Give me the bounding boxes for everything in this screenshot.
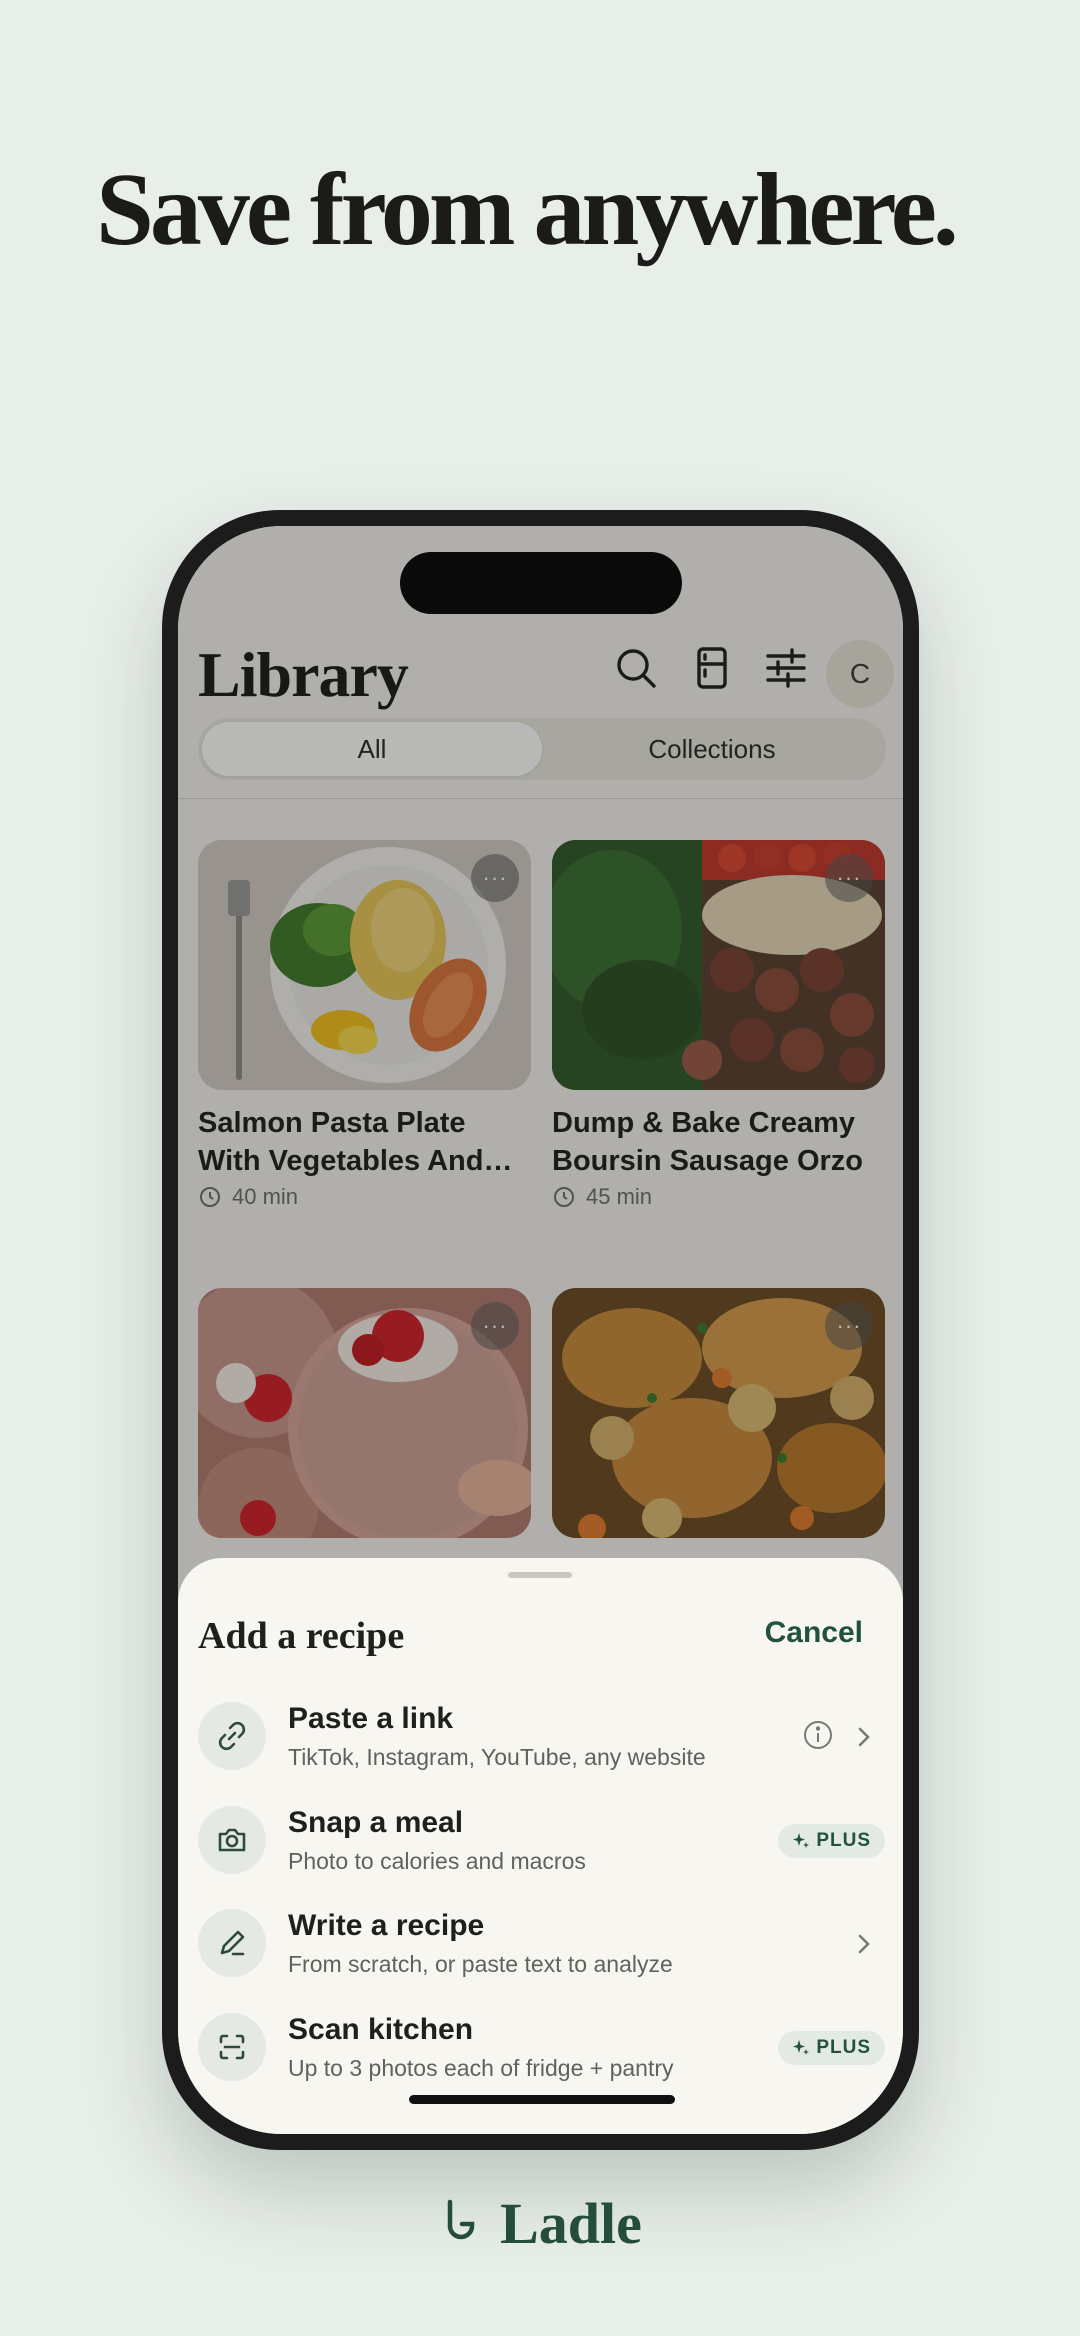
add-recipe-sheet: Add a recipe Cancel Paste a link TikTok,…	[178, 1558, 903, 2134]
scan-icon	[198, 2013, 266, 2081]
option-title: Snap a meal	[288, 1806, 464, 1839]
home-indicator[interactable]	[409, 2095, 675, 2104]
sparkle-icon	[793, 2040, 810, 2055]
option-title: Paste a link	[288, 1702, 454, 1735]
brand-name: Ladle	[500, 2191, 642, 2256]
chevron-right-icon	[858, 1727, 870, 1747]
sheet-grabber[interactable]	[508, 1572, 572, 1578]
option-paste-link[interactable]: Paste a link TikTok, Instagram, YouTube,…	[198, 1692, 885, 1780]
sparkle-icon	[793, 1833, 810, 1848]
cancel-button[interactable]: Cancel	[765, 1616, 863, 1650]
info-icon[interactable]	[801, 1718, 835, 1752]
camera-icon	[198, 1806, 266, 1874]
plus-badge-label: PLUS	[816, 1830, 871, 1851]
plus-badge: PLUS	[778, 1824, 885, 1858]
option-scan-kitchen[interactable]: Scan kitchen Up to 3 photos each of frid…	[198, 2003, 885, 2091]
headline: Save from anywhere.	[96, 152, 959, 267]
option-write-recipe[interactable]: Write a recipe From scratch, or paste te…	[198, 1899, 885, 1987]
link-icon	[198, 1702, 266, 1770]
phone-screen: Library C All Collections ··· Salmon Pas…	[178, 526, 903, 2134]
option-title: Scan kitchen	[288, 2013, 474, 2046]
pencil-icon	[198, 1909, 266, 1977]
brand-logo: Ladle	[0, 2190, 1080, 2257]
ladle-icon	[447, 2199, 475, 2239]
option-subtitle: TikTok, Instagram, YouTube, any website	[288, 1744, 706, 1770]
option-snap-meal[interactable]: Snap a meal Photo to calories and macros…	[198, 1796, 885, 1884]
chevron-right-icon	[858, 1934, 870, 1954]
phone-frame: Library C All Collections ··· Salmon Pas…	[162, 510, 919, 2150]
option-subtitle: Up to 3 photos each of fridge + pantry	[288, 2055, 674, 2081]
plus-badge-label: PLUS	[816, 2037, 871, 2058]
option-title: Write a recipe	[288, 1909, 485, 1942]
option-subtitle: Photo to calories and macros	[288, 1848, 586, 1874]
sheet-title: Add a recipe	[198, 1615, 405, 1657]
dynamic-island	[400, 552, 682, 614]
option-subtitle: From scratch, or paste text to analyze	[288, 1951, 673, 1977]
plus-badge: PLUS	[778, 2031, 885, 2065]
